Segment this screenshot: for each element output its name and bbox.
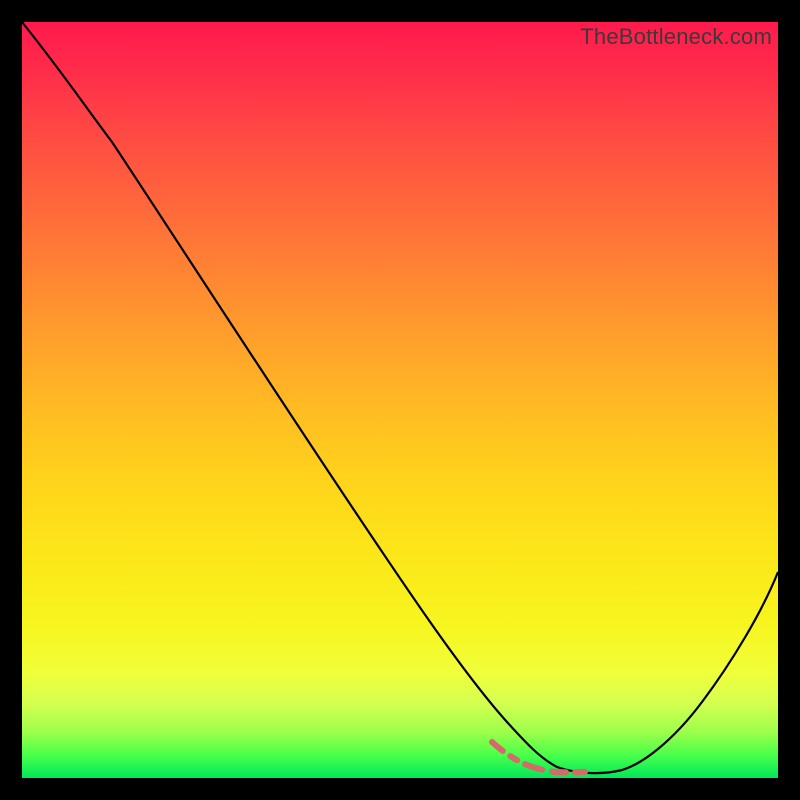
dashed-valley-path <box>492 742 647 772</box>
curve-path <box>22 22 778 773</box>
chart-frame: TheBottleneck.com <box>22 22 778 778</box>
watermark-text: TheBottleneck.com <box>580 24 772 50</box>
bottleneck-curve <box>22 22 778 778</box>
